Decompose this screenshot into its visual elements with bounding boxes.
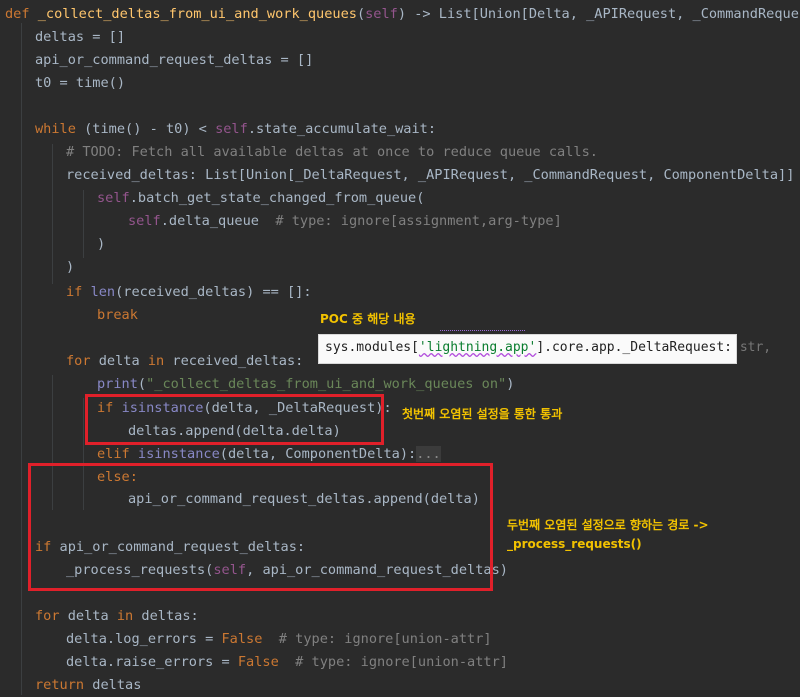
poc-code-snippet: sys.modules['lightning.app'].core.app._D…	[318, 334, 771, 364]
code-line-10: )	[97, 236, 106, 252]
indent-guide	[52, 144, 53, 284]
code-line-13: break	[97, 307, 138, 323]
code-line-5: while (time() - t0) < self.state_accumul…	[35, 121, 437, 137]
code-line-9: self.delta_queue # type: ignore[assignme…	[128, 213, 562, 229]
code-line-12: if len(received_deltas) == []:	[66, 284, 312, 300]
second-note-line-2: _process_requests()	[507, 537, 642, 551]
code-line-4: t0 = time()	[35, 75, 126, 91]
code-line-8: self.batch_get_state_changed_from_queue(	[97, 190, 425, 206]
second-note-line-1: 두번째 오염된 설정으로 향하는 경로 ->	[507, 518, 709, 532]
code-line-2: deltas = []	[35, 29, 126, 45]
code-line-11: )	[66, 259, 75, 275]
folded-code-marker[interactable]: ...	[416, 446, 441, 462]
code-line-1: def _collect_deltas_from_ui_and_work_que…	[5, 6, 800, 22]
indent-guide	[21, 23, 22, 695]
code-line-15: print("_collect_deltas_from_ui_and_work_…	[97, 376, 515, 392]
code-line-7: received_deltas: List[Union[_DeltaReques…	[66, 167, 800, 183]
second-highlight-box	[28, 463, 493, 591]
code-line-24: delta.log_errors = False # type: ignore[…	[66, 631, 492, 647]
first-contaminated-note: 첫번째 오염된 설정을 통한 통과	[402, 407, 563, 421]
code-line-6-comment: # TODO: Fetch all available deltas at on…	[66, 144, 598, 160]
indent-guide	[83, 190, 84, 258]
code-line-3: api_or_command_request_deltas = []	[35, 52, 314, 68]
second-contaminated-note: 두번째 오염된 설정으로 향하는 경로 -> _process_requests…	[507, 516, 709, 554]
code-line-26: return deltas	[35, 677, 142, 693]
code-line-25: delta.raise_errors = False # type: ignor…	[66, 654, 508, 670]
first-highlight-box	[85, 394, 384, 445]
squiggle-underline	[440, 330, 525, 333]
code-line-23: for delta in deltas:	[35, 608, 199, 624]
poc-title-note: POC 중 해당 내용	[320, 312, 416, 326]
code-line-14: for delta in received_deltas:	[66, 353, 304, 369]
